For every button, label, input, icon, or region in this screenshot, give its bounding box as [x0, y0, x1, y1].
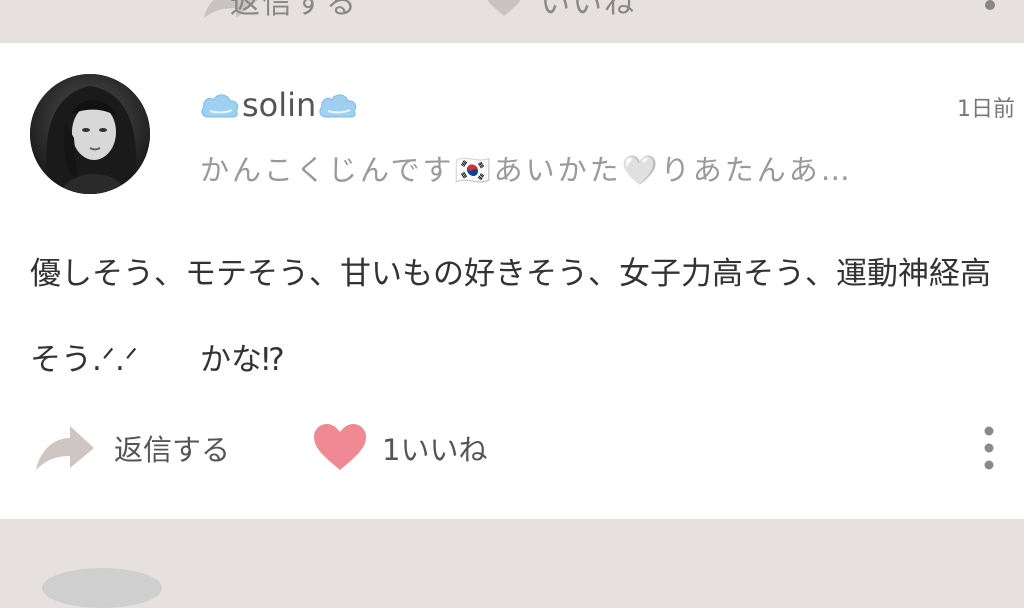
reply-label[interactable]: 返信する [230, 0, 358, 22]
comment-actions: 返信する 1いいね [0, 423, 1024, 473]
heart-icon [314, 424, 366, 470]
reply-arrow-icon [36, 426, 94, 470]
like-count-label: 1いいね [382, 433, 488, 467]
heart-icon[interactable] [482, 0, 526, 18]
comment-text: 優しそう、モテそう、甘いもの好きそう、女子力高そう、運動神経高 そう.ᐟ.ᐟ か… [30, 231, 1024, 403]
more-options-icon[interactable] [985, 0, 995, 10]
cloud-icon [201, 94, 239, 118]
username-row[interactable]: solin [200, 86, 358, 124]
username[interactable]: solin [242, 86, 316, 124]
timestamp: 1日前 [957, 97, 1015, 122]
comment-card: solin 1日前 かんこくじんです🇰🇷あいかた🤍りあたんあ… 優しそう、モテそ… [0, 43, 1024, 519]
cloud-icon [319, 94, 357, 118]
avatar-photo [30, 74, 150, 194]
previous-comment-card: 返信する いいね [0, 0, 1024, 41]
reply-label: 返信する [114, 433, 231, 467]
avatar[interactable] [42, 568, 162, 608]
comment-text-line: そう.ᐟ.ᐟ かな⁉︎ [30, 342, 285, 378]
next-comment-card [0, 520, 1024, 608]
user-bio: かんこくじんです🇰🇷あいかた🤍りあたんあ… [200, 153, 853, 187]
comment-text-line: 優しそう、モテそう、甘いもの好きそう、女子力高そう、運動神経高 [30, 256, 991, 292]
avatar[interactable] [30, 74, 150, 194]
like-label[interactable]: いいね [540, 0, 636, 22]
like-button[interactable]: 1いいね [312, 423, 487, 473]
more-vertical-icon[interactable] [978, 425, 1000, 471]
reply-button[interactable]: 返信する [34, 423, 230, 473]
